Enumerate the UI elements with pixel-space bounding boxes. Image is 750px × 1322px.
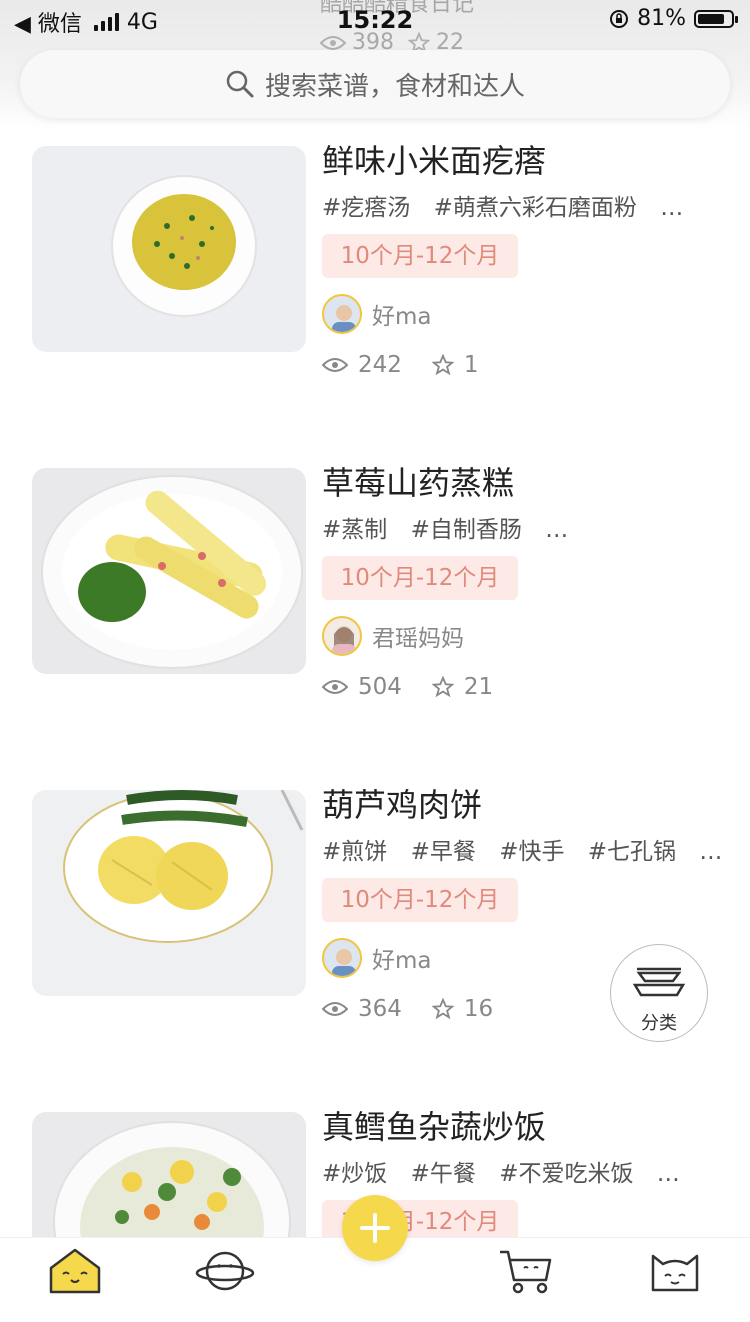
age-badge: 10个月-12个月 (322, 878, 518, 922)
recipe-tags: #蒸制 #自制香肠 … (322, 510, 584, 544)
tag[interactable]: #萌煮六彩石磨面粉 (434, 195, 637, 221)
recipe-tags: #疙瘩汤 #萌煮六彩石磨面粉 … (322, 188, 699, 222)
tag[interactable]: #早餐 (411, 839, 476, 865)
tags-more: … (699, 839, 723, 865)
status-right: 81% (609, 6, 738, 31)
tag[interactable]: #午餐 (411, 1161, 476, 1187)
eye-icon (322, 680, 348, 694)
search-bar[interactable]: 搜索菜谱，食材和达人 (20, 50, 730, 118)
add-icon[interactable] (342, 1195, 408, 1261)
favorite-count: 16 (463, 996, 494, 1022)
star-icon[interactable] (431, 998, 454, 1020)
eye-icon (322, 1002, 348, 1016)
tag[interactable]: #七孔锅 (588, 839, 676, 865)
recipe-author[interactable]: 好ma (322, 938, 432, 978)
tag[interactable]: #蒸制 (322, 517, 387, 543)
steamed-cake-image (41, 475, 303, 669)
recipe-stats: 364 16 (322, 996, 493, 1022)
category-button[interactable]: 分类 (610, 944, 708, 1042)
tags-more: … (660, 195, 684, 221)
recipe-tags: #炒饭 #午餐 #不爱吃米饭 … (322, 1154, 696, 1188)
rotation-lock-icon (610, 9, 629, 28)
recipe-image[interactable] (32, 468, 306, 674)
search-placeholder: 搜索菜谱，食材和达人 (264, 71, 525, 102)
chicken-patty-image (63, 790, 304, 943)
recipe-author[interactable]: 好ma (322, 294, 432, 334)
tag[interactable]: #煎饼 (322, 839, 387, 865)
age-badge: 10个月-12个月 (322, 556, 518, 600)
soup-bowl-image (111, 175, 257, 317)
tag[interactable]: #疙瘩汤 (322, 195, 410, 221)
favorite-count: 21 (463, 674, 494, 700)
nav-cart[interactable] (496, 1246, 556, 1296)
home-icon (49, 1248, 101, 1294)
avatar[interactable] (322, 616, 362, 656)
recipe-stats: 242 1 (322, 352, 479, 378)
view-count: 504 (358, 674, 402, 700)
recipe-image[interactable] (32, 146, 306, 352)
view-count: 364 (358, 996, 402, 1022)
tags-more: … (656, 1161, 680, 1187)
recipe-card[interactable]: 鲜味小米面疙瘩 #疙瘩汤 #萌煮六彩石磨面粉 … 10个月-12个月 好ma 2… (32, 142, 722, 378)
recipe-title[interactable]: 真鳕鱼杂蔬炒饭 (322, 1102, 546, 1148)
tags-more: … (545, 517, 569, 543)
author-name: 君瑶妈妈 (372, 626, 464, 652)
avatar[interactable] (322, 938, 362, 978)
cat-profile-icon (651, 1254, 699, 1292)
recipe-tags: #煎饼 #早餐 #快手 #七孔锅 … (322, 832, 738, 866)
tag[interactable]: #炒饭 (322, 1161, 387, 1187)
nav-profile[interactable] (645, 1246, 705, 1296)
recipe-card[interactable]: 草莓山药蒸糕 #蒸制 #自制香肠 … 10个月-12个月 君瑶妈妈 504 21 (32, 464, 722, 700)
nav-home[interactable] (45, 1246, 105, 1296)
cart-icon (500, 1250, 552, 1294)
recipe-image[interactable] (32, 1112, 306, 1237)
planet-icon (195, 1251, 255, 1291)
tag[interactable]: #不爱吃米饭 (499, 1161, 633, 1187)
age-badge: 10个月-12个月 (322, 234, 518, 278)
stacked-bowls-icon (632, 967, 686, 997)
fried-rice-image (53, 1121, 291, 1237)
category-label: 分类 (641, 1013, 677, 1034)
nav-discover[interactable] (195, 1246, 255, 1296)
star-icon[interactable] (431, 354, 454, 376)
recipe-title[interactable]: 草莓山药蒸糕 (322, 458, 514, 504)
view-count: 242 (358, 352, 402, 378)
battery-icon (694, 9, 738, 28)
recipe-author[interactable]: 君瑶妈妈 (322, 616, 464, 656)
favorite-count: 1 (463, 352, 479, 378)
eye-icon (322, 358, 348, 372)
recipe-title[interactable]: 鲜味小米面疙瘩 (322, 136, 546, 182)
recipe-image[interactable] (32, 790, 306, 996)
tag[interactable]: #快手 (499, 839, 564, 865)
star-icon[interactable] (431, 676, 454, 698)
status-bar: ◀ 微信 4G 15:22 81% (0, 0, 750, 42)
recipe-stats: 504 21 (322, 674, 493, 700)
recipe-title[interactable]: 葫芦鸡肉饼 (322, 780, 482, 826)
author-name: 好ma (372, 948, 432, 974)
battery-percent: 81% (637, 6, 686, 31)
search-icon (226, 70, 254, 98)
tag[interactable]: #自制香肠 (411, 517, 522, 543)
avatar[interactable] (322, 294, 362, 334)
author-name: 好ma (372, 304, 432, 330)
